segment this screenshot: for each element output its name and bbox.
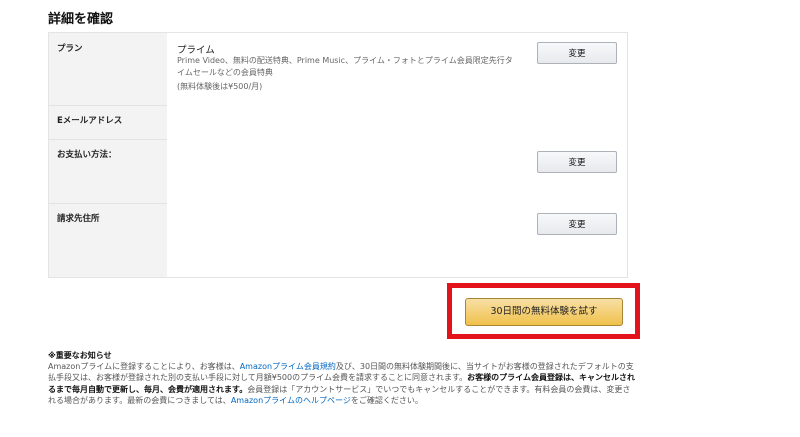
payment-change-button[interactable]: 変更 [537, 151, 617, 173]
plan-label: プラン [57, 44, 83, 54]
plan-value: プライム Prime Video、無料の配送特典、Prime Music、プライ… [167, 33, 627, 105]
notice-title: ※重要なお知らせ [48, 351, 112, 360]
start-free-trial-button[interactable]: 30日間の無料体験を試す [465, 298, 623, 326]
page-title: 詳細を確認 [48, 12, 114, 27]
billing-value: 変更 [167, 203, 627, 277]
payment-row: お支払い方法： 変更 [49, 139, 627, 204]
plan-description: Prime Video、無料の配送特典、Prime Music、プライム・フォト… [177, 56, 513, 77]
prime-terms-link[interactable]: Amazonプライム会員規約 [240, 362, 336, 371]
plan-change-button[interactable]: 変更 [537, 42, 617, 64]
email-value [167, 105, 627, 139]
billing-row: 請求先住所 変更 [49, 203, 627, 277]
plan-row: プラン プライム Prime Video、無料の配送特典、Prime Music… [49, 33, 627, 106]
plan-price-note: (無料体験後は¥500/月) [177, 82, 263, 91]
email-label: Eメールアドレス [57, 116, 123, 126]
notice-text-4: をご確認ください。 [350, 395, 423, 405]
billing-label: 請求先住所 [57, 214, 100, 224]
payment-label: お支払い方法： [57, 150, 117, 160]
prime-help-link[interactable]: Amazonプライムのヘルプページ [231, 396, 351, 405]
billing-change-button[interactable]: 変更 [537, 213, 617, 235]
email-row: Eメールアドレス [49, 105, 627, 140]
important-notice: ※重要なお知らせ Amazonプライムに登録することにより、お客様は、Amazo… [48, 350, 638, 406]
details-panel: プラン プライム Prime Video、無料の配送特典、Prime Music… [48, 32, 628, 278]
notice-body: Amazonプライムに登録することにより、お客様は、Amazonプライム会員規約… [48, 361, 638, 406]
payment-value: 変更 [167, 139, 627, 203]
plan-name: プライム [177, 45, 215, 56]
notice-text-1: Amazonプライムに登録することにより、お客様は、 [48, 362, 240, 372]
